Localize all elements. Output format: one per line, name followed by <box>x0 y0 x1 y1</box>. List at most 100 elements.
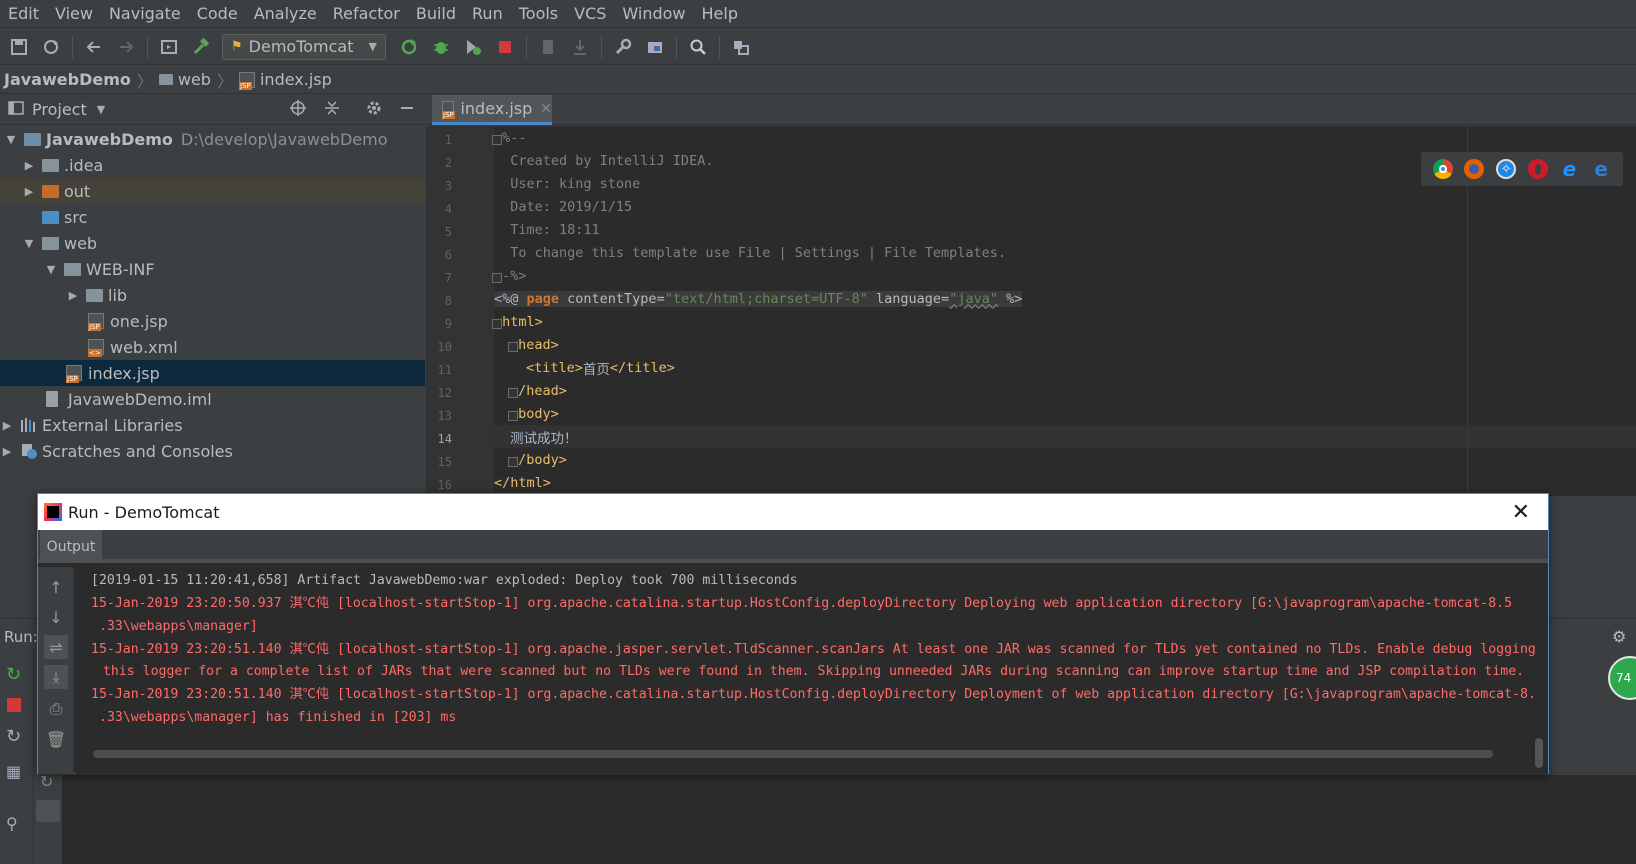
fold-marker-icon[interactable] <box>508 342 518 352</box>
stop-icon[interactable] <box>7 698 21 712</box>
pin-icon[interactable]: ⚲ <box>6 814 18 833</box>
menu-code[interactable]: Code <box>197 4 238 23</box>
opera-icon[interactable] <box>1527 159 1548 179</box>
close-icon[interactable]: ✕ <box>1512 500 1530 525</box>
breadcrumb-file[interactable]: index.jsp <box>238 70 332 90</box>
collapse-all-icon[interactable] <box>323 99 341 121</box>
hide-panel-icon[interactable] <box>399 100 415 120</box>
sync-icon[interactable] <box>40 36 62 58</box>
fold-marker-icon[interactable] <box>492 319 502 329</box>
collapsed-arrow-icon[interactable]: ▶ <box>0 419 14 432</box>
scroll-down-icon[interactable]: ↓ <box>44 605 68 629</box>
menu-refactor[interactable]: Refactor <box>333 4 400 23</box>
menu-navigate[interactable]: Navigate <box>109 4 181 23</box>
tree-item-label: index.jsp <box>88 363 160 383</box>
project-panel-title[interactable]: Project <box>32 100 87 119</box>
print-icon[interactable]: ⎙ <box>44 697 68 721</box>
menu-build[interactable]: Build <box>416 4 456 23</box>
fold-marker-icon[interactable] <box>508 411 518 421</box>
tree-item-out[interactable]: ▶ out <box>0 178 425 204</box>
back-icon[interactable] <box>83 36 105 58</box>
collapsed-arrow-icon[interactable]: ▶ <box>22 185 36 198</box>
stop-icon[interactable] <box>494 36 516 58</box>
menu-window[interactable]: Window <box>622 4 685 23</box>
tree-item-src[interactable]: src <box>0 204 425 230</box>
refresh-icon[interactable]: ↻ <box>6 726 21 747</box>
collapsed-arrow-icon[interactable]: ▶ <box>0 445 14 458</box>
forward-icon[interactable] <box>115 36 137 58</box>
expanded-arrow-icon[interactable]: ▼ <box>4 133 18 146</box>
console-output[interactable]: [2019-01-15 11:20:41,658] Artifact Javaw… <box>75 567 1548 774</box>
menu-vcs[interactable]: VCS <box>574 4 606 23</box>
download-icon[interactable] <box>569 36 591 58</box>
fold-marker-icon[interactable] <box>492 273 502 283</box>
horizontal-scrollbar[interactable] <box>93 750 1493 758</box>
menu-view[interactable]: View <box>55 4 93 23</box>
bookmark-icon[interactable] <box>537 36 559 58</box>
chrome-icon[interactable] <box>1432 159 1453 179</box>
rerun-icon[interactable]: ↻ <box>6 664 21 685</box>
tree-item-external-libraries[interactable]: ▶ External Libraries <box>0 412 425 438</box>
coverage-icon[interactable] <box>462 36 484 58</box>
rerun-icon[interactable] <box>398 36 420 58</box>
project-structure-icon[interactable] <box>644 36 666 58</box>
collapsed-arrow-icon[interactable]: ▶ <box>66 289 80 302</box>
scroll-to-end-icon[interactable]: ⤓ <box>44 665 68 689</box>
expanded-arrow-icon[interactable]: ▼ <box>22 237 36 250</box>
jsp-file-icon <box>442 100 456 119</box>
scroll-up-icon[interactable]: ↑ <box>44 575 68 599</box>
tree-item-web[interactable]: ▼ web <box>0 230 425 256</box>
build-hammer-icon[interactable] <box>190 36 212 58</box>
tree-item-iml[interactable]: JavawebDemo.iml <box>0 386 425 412</box>
database-icon[interactable] <box>730 36 752 58</box>
fold-marker-icon[interactable] <box>508 388 518 398</box>
fold-marker-icon[interactable] <box>508 457 518 467</box>
tree-item-webinf[interactable]: ▼ WEB-INF <box>0 256 425 282</box>
chevron-down-icon[interactable]: ▼ <box>97 103 105 116</box>
menu-edit[interactable]: Edit <box>8 4 39 23</box>
tab-index-jsp[interactable]: index.jsp ✕ <box>432 95 552 125</box>
layout-icon[interactable]: ▦ <box>6 762 21 781</box>
tree-item-lib[interactable]: ▶ lib <box>0 282 425 308</box>
code-line: </body> <box>494 448 1636 471</box>
save-icon[interactable] <box>8 36 30 58</box>
safari-icon[interactable]: ✧ <box>1496 159 1517 179</box>
restart-icon[interactable]: ↻ <box>40 772 53 791</box>
settings-wrench-icon[interactable] <box>612 36 634 58</box>
tree-item-webxml[interactable]: web.xml <box>0 334 425 360</box>
vertical-scrollbar[interactable] <box>1535 738 1543 768</box>
search-icon[interactable] <box>687 36 709 58</box>
gear-icon[interactable] <box>365 99 383 121</box>
close-tab-icon[interactable]: ✕ <box>540 101 552 117</box>
locate-icon[interactable] <box>289 99 307 121</box>
menu-run[interactable]: Run <box>472 4 503 23</box>
ie-icon[interactable]: e <box>1559 157 1579 181</box>
memory-indicator[interactable]: 74 <box>1608 656 1636 700</box>
menu-tools[interactable]: Tools <box>519 4 558 23</box>
collapsed-arrow-icon[interactable]: ▶ <box>22 159 36 172</box>
gear-icon[interactable]: ⚙ <box>1612 627 1626 646</box>
tree-item-idea[interactable]: ▶ .idea <box>0 152 425 178</box>
debug-icon[interactable] <box>430 36 452 58</box>
tree-item-root[interactable]: ▼ JavawebDemo D:\develop\JavawebDemo <box>0 126 425 152</box>
frame-icon[interactable] <box>158 36 180 58</box>
tree-item-onejsp[interactable]: one.jsp <box>0 308 425 334</box>
firefox-icon[interactable] <box>1464 159 1485 179</box>
breadcrumb-project[interactable]: JavawebDemo <box>4 70 131 89</box>
soft-wrap-icon[interactable]: ⇌ <box>44 635 68 659</box>
fold-marker-icon[interactable] <box>492 135 502 145</box>
code-line: <%@ page contentType= "text/html;charset=… <box>494 287 1636 310</box>
dialog-title-bar[interactable]: Run - DemoTomcat ✕ <box>38 494 1548 530</box>
line-number: 4 <box>444 202 452 216</box>
run-config-selector[interactable]: ⚑ DemoTomcat ▼ <box>222 33 386 60</box>
breadcrumb-web[interactable]: web <box>158 70 211 89</box>
deploy-icon[interactable] <box>36 800 60 822</box>
edge-icon[interactable]: e <box>1591 157 1611 181</box>
clear-all-icon[interactable]: 🗑 <box>44 727 68 751</box>
menu-analyze[interactable]: Analyze <box>254 4 317 23</box>
expanded-arrow-icon[interactable]: ▼ <box>44 263 58 276</box>
tree-item-scratches[interactable]: ▶ Scratches and Consoles <box>0 438 425 464</box>
tab-output[interactable]: Output <box>40 530 102 563</box>
tree-item-indexjsp[interactable]: index.jsp <box>0 360 425 386</box>
menu-help[interactable]: Help <box>702 4 738 23</box>
